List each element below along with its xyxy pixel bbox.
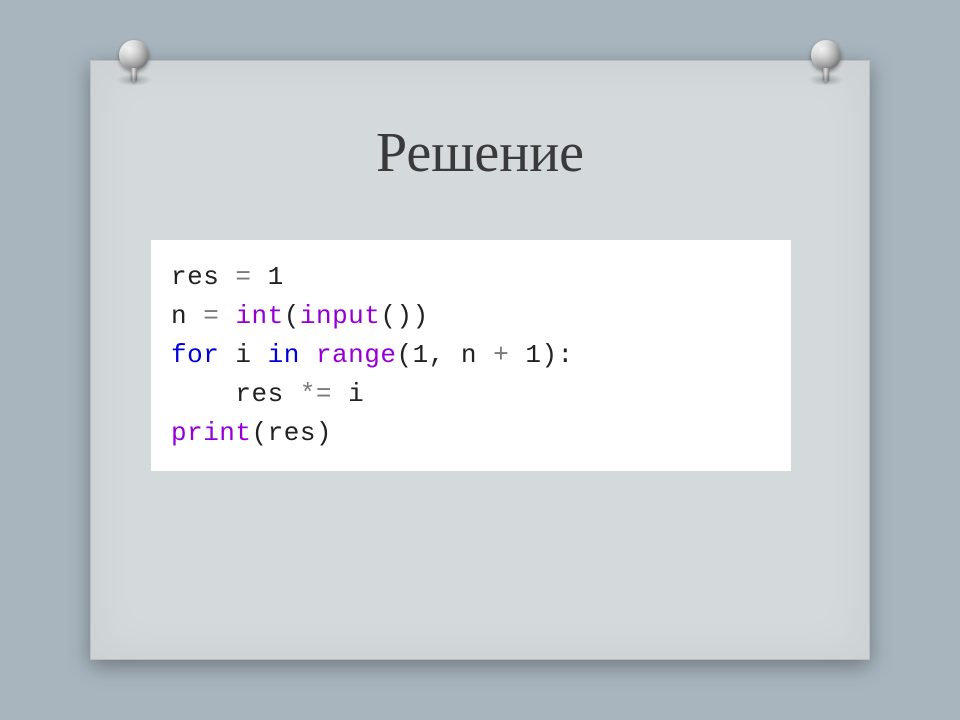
code-token: ()) [380,301,428,331]
code-token: 1 [413,340,429,370]
code-token: + [493,340,525,370]
code-line-4: res *= i [171,375,777,414]
code-token: range [316,340,397,370]
code-line-1: res = 1 [171,258,777,297]
code-token: input [300,301,381,331]
code-line-3: for i in range(1, n + 1): [171,336,777,375]
code-token: i [235,340,267,370]
code-line-2: n = int(input()) [171,297,777,336]
code-token: *= [300,379,348,409]
code-token: = [203,301,235,331]
code-line-5: print(res) [171,414,777,453]
code-block: res = 1 n = int(input()) for i in range(… [151,240,791,471]
code-token: 1 [268,262,284,292]
code-token: = [235,262,267,292]
code-token: (res) [252,418,333,448]
pin-left [113,40,155,82]
code-token: for [171,340,235,370]
code-token: res [171,379,300,409]
code-token: in [268,340,316,370]
code-token: 1 [525,340,541,370]
code-token: i [348,379,364,409]
code-token: int [235,301,283,331]
slide-title: Решение [151,121,809,185]
slide-paper: Решение res = 1 n = int(input()) for i i… [90,60,870,660]
code-token: res [171,262,235,292]
code-token: print [171,418,252,448]
code-token: ( [396,340,412,370]
code-token: ( [284,301,300,331]
code-token: ): [541,340,573,370]
pin-right [805,40,847,82]
code-token: , n [429,340,493,370]
code-token: n [171,301,203,331]
